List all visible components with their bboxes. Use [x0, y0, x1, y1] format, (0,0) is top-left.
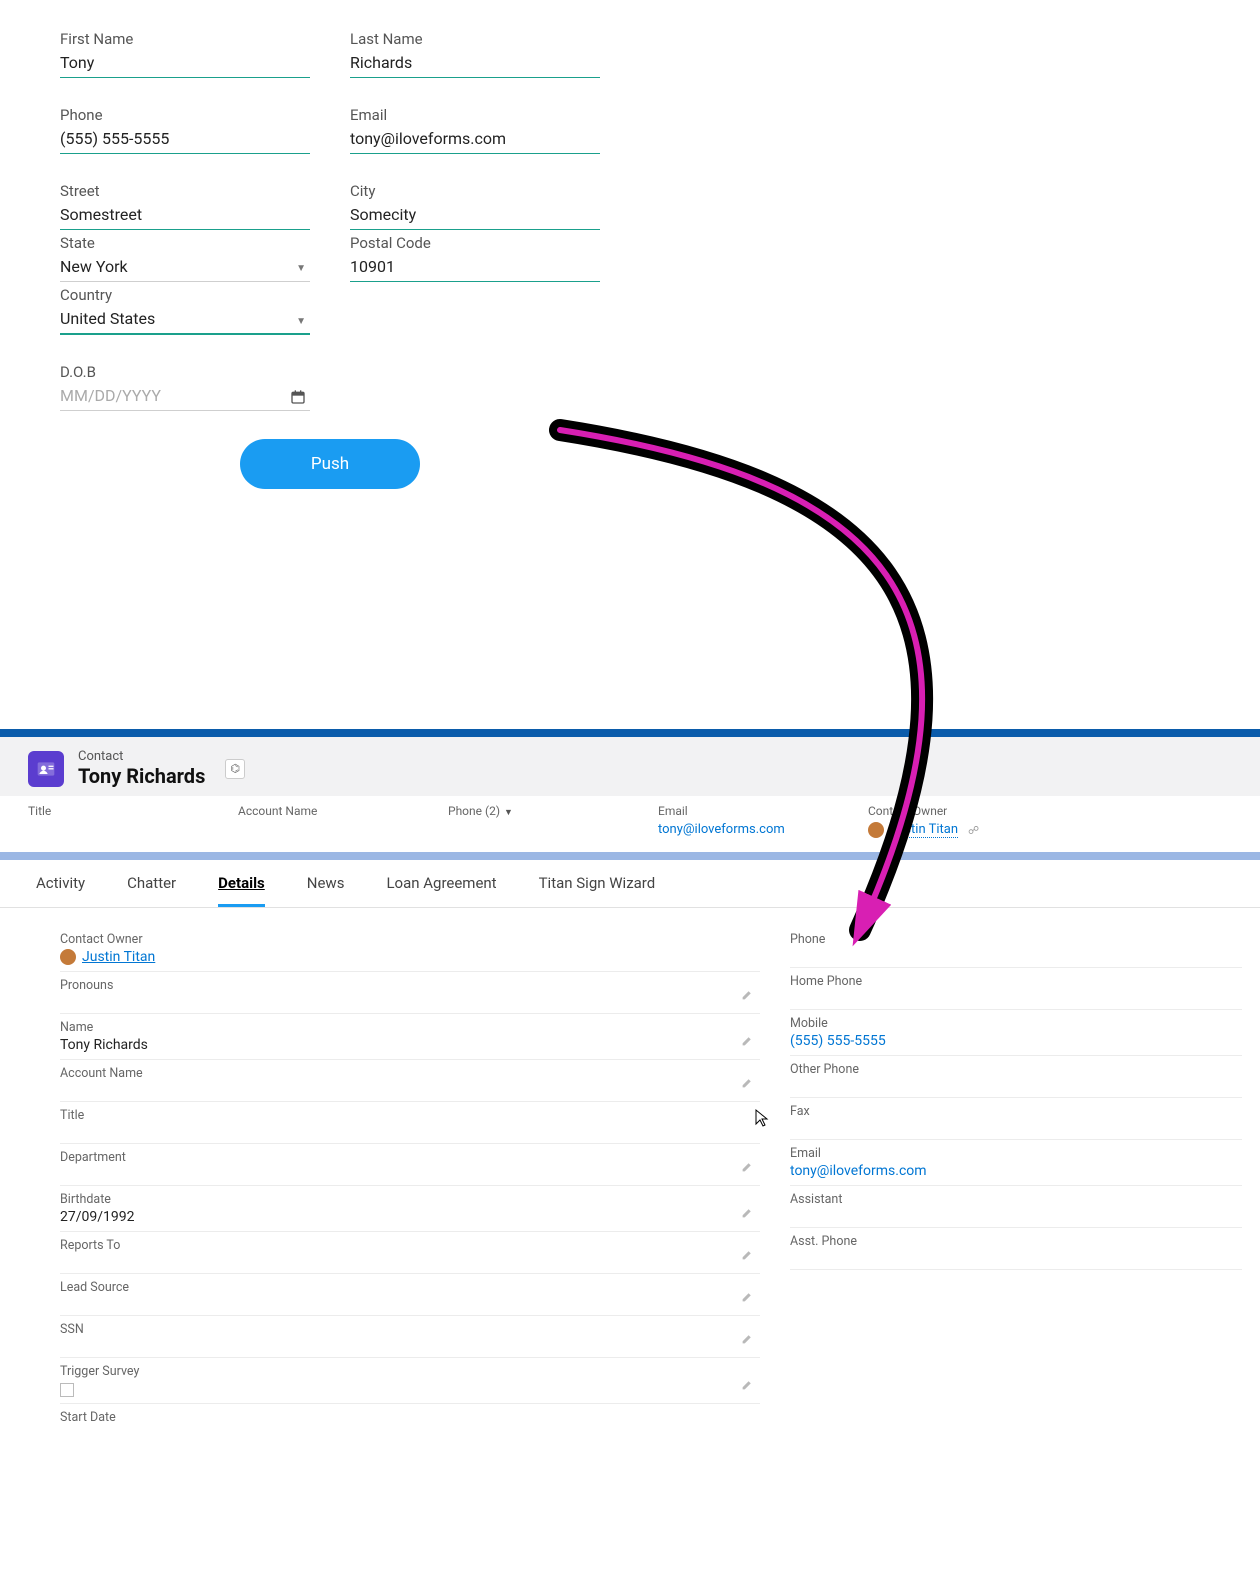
tab-wizard[interactable]: Titan Sign Wizard — [539, 874, 656, 907]
street-label: Street — [60, 182, 310, 200]
tab-news[interactable]: News — [307, 874, 345, 907]
det-fax-label: Fax — [790, 1104, 1242, 1119]
object-label: Contact — [78, 749, 205, 764]
det-survey-label: Trigger Survey — [60, 1364, 760, 1379]
city-input[interactable] — [350, 202, 600, 230]
det-asstphone-label: Asst. Phone — [790, 1234, 1242, 1249]
first-name-input[interactable] — [60, 50, 310, 78]
det-name-label: Name — [60, 1020, 760, 1035]
tab-details[interactable]: Details — [218, 874, 265, 907]
edit-icon[interactable] — [741, 1288, 754, 1307]
cursor-icon — [754, 1108, 770, 1132]
avatar — [868, 822, 884, 838]
trigger-survey-checkbox[interactable] — [60, 1383, 74, 1397]
edit-icon[interactable] — [741, 1246, 754, 1265]
change-owner-icon[interactable]: ☍ — [968, 824, 979, 837]
hl-email-value[interactable]: tony@iloveforms.com — [658, 822, 785, 837]
hl-phone-label[interactable]: Phone (2)▼ — [448, 804, 578, 818]
det-mobile-value[interactable]: (555) 555-5555 — [790, 1033, 1242, 1049]
det-email-value[interactable]: tony@iloveforms.com — [790, 1163, 1242, 1179]
det-ssn-label: SSN — [60, 1322, 760, 1337]
city-label: City — [350, 182, 600, 200]
last-name-label: Last Name — [350, 30, 600, 48]
edit-icon[interactable] — [741, 1330, 754, 1349]
state-label: State — [60, 234, 310, 252]
calendar-icon[interactable] — [290, 389, 306, 405]
det-home-label: Home Phone — [790, 974, 1242, 989]
hl-title-label: Title — [28, 804, 158, 818]
postal-input[interactable] — [350, 254, 600, 282]
hl-owner-label: Contact Owner — [868, 804, 998, 818]
det-mobile-label: Mobile — [790, 1016, 1242, 1031]
email-label: Email — [350, 106, 600, 124]
det-title-label: Title — [60, 1108, 760, 1123]
state-select[interactable] — [60, 254, 310, 282]
det-name-value: Tony Richards — [60, 1037, 760, 1053]
avatar — [60, 949, 76, 965]
det-owner-value[interactable]: Justin Titan — [82, 949, 155, 965]
det-start-label: Start Date — [60, 1410, 760, 1425]
det-email-label: Email — [790, 1146, 1242, 1161]
street-input[interactable] — [60, 202, 310, 230]
det-pronouns-label: Pronouns — [60, 978, 760, 993]
dob-label: D.O.B — [60, 363, 310, 381]
tab-loan[interactable]: Loan Agreement — [386, 874, 496, 907]
country-select[interactable] — [60, 306, 310, 335]
det-reports-label: Reports To — [60, 1238, 760, 1253]
det-owner-label: Contact Owner — [60, 932, 760, 947]
phone-label: Phone — [60, 106, 310, 124]
record-name: Tony Richards — [78, 764, 205, 788]
hl-email-label: Email — [658, 804, 788, 818]
tab-chatter[interactable]: Chatter — [127, 874, 176, 907]
edit-icon[interactable] — [741, 986, 754, 1005]
sf-sub-stripe — [0, 852, 1260, 860]
det-lead-label: Lead Source — [60, 1280, 760, 1295]
phone-input[interactable] — [60, 126, 310, 154]
contact-object-icon — [28, 751, 64, 787]
postal-label: Postal Code — [350, 234, 600, 252]
det-phone-label: Phone — [790, 932, 1242, 947]
det-dept-label: Department — [60, 1150, 760, 1165]
push-button[interactable]: Push — [240, 439, 420, 489]
hierarchy-icon[interactable]: ⌬ — [225, 759, 245, 779]
edit-icon[interactable] — [741, 1376, 754, 1395]
hl-account-label: Account Name — [238, 804, 368, 818]
hl-owner-value[interactable]: Justin Titan — [890, 822, 958, 838]
edit-icon[interactable] — [741, 1204, 754, 1223]
edit-icon[interactable] — [741, 1074, 754, 1093]
first-name-label: First Name — [60, 30, 310, 48]
det-other-label: Other Phone — [790, 1062, 1242, 1077]
dob-input[interactable] — [60, 383, 310, 411]
email-input[interactable] — [350, 126, 600, 154]
det-assistant-label: Assistant — [790, 1192, 1242, 1207]
edit-icon[interactable] — [741, 1032, 754, 1051]
tab-activity[interactable]: Activity — [36, 874, 85, 907]
det-account-label: Account Name — [60, 1066, 760, 1081]
det-birth-value: 27/09/1992 — [60, 1209, 760, 1225]
sf-brand-stripe — [0, 729, 1260, 737]
det-birth-label: Birthdate — [60, 1192, 760, 1207]
chevron-down-icon: ▼ — [504, 808, 513, 818]
edit-icon[interactable] — [741, 1158, 754, 1177]
last-name-input[interactable] — [350, 50, 600, 78]
country-label: Country — [60, 286, 310, 304]
